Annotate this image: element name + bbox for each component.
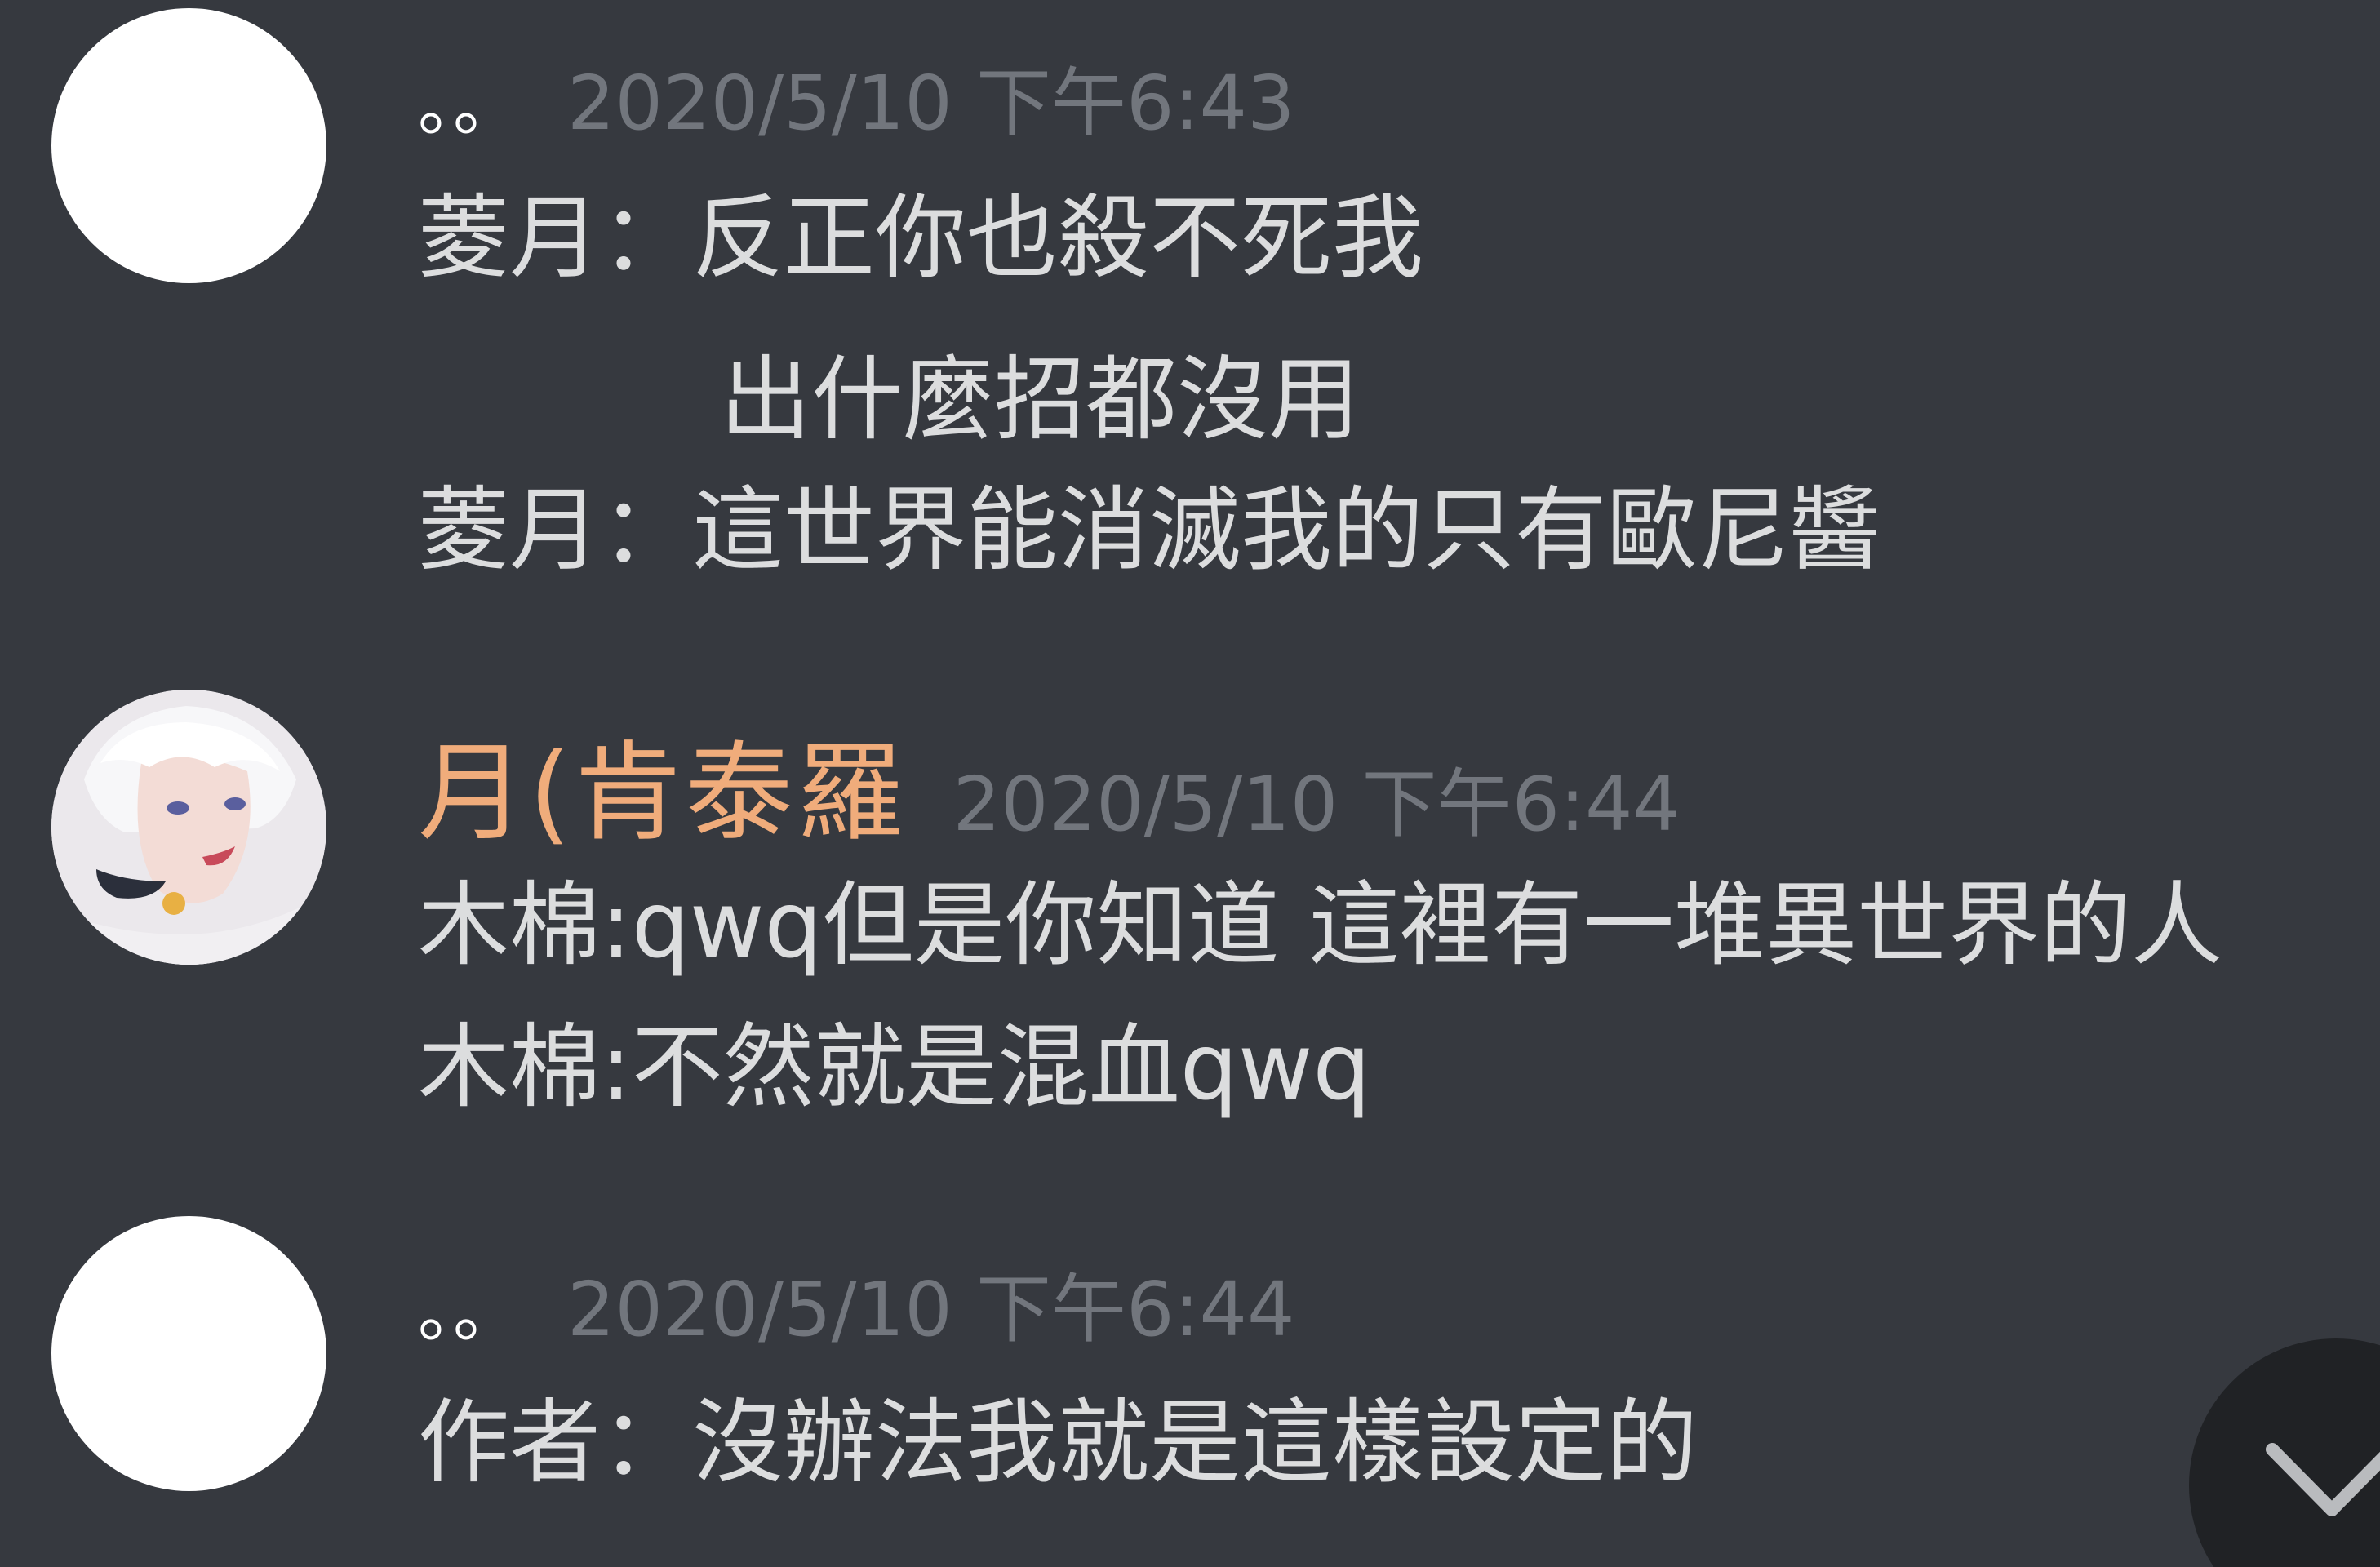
avatar[interactable]: [51, 1216, 326, 1491]
username[interactable]: 。。: [418, 1258, 522, 1355]
message-header: 。。 2020/5/10 下午6:43: [418, 42, 1295, 151]
timestamp: 2020/5/10 下午6:44: [952, 761, 1681, 848]
timestamp: 2020/5/10 下午6:43: [567, 60, 1295, 147]
username[interactable]: 月(肯泰羅: [418, 706, 908, 862]
message-text: 菱月：這世界能消滅我的只有歐尼醬: [418, 477, 1880, 584]
message-text: 菱月：反正你也殺不死我: [418, 185, 1423, 291]
avatar[interactable]: [51, 690, 326, 965]
message-header: 。。 2020/5/10 下午6:44: [418, 1249, 1295, 1357]
chevron-down-icon: [2266, 1443, 2380, 1516]
message-text: 木棉:qwq但是你知道 這裡有一堆異世界的人: [418, 872, 2223, 979]
avatar[interactable]: [51, 8, 326, 283]
message-header: 月(肯泰羅 2020/5/10 下午6:44: [418, 706, 1681, 862]
message-text: 出什麼招都沒用: [720, 347, 1360, 453]
message-text: 木棉:不然就是混血qwq: [418, 1014, 1371, 1121]
timestamp: 2020/5/10 下午6:44: [567, 1266, 1295, 1353]
message-text: 作者：沒辦法我就是這樣設定的: [418, 1390, 1698, 1496]
username[interactable]: 。。: [418, 51, 522, 149]
avatar-image: [51, 690, 326, 965]
jump-to-present-button[interactable]: [2189, 1338, 2380, 1567]
